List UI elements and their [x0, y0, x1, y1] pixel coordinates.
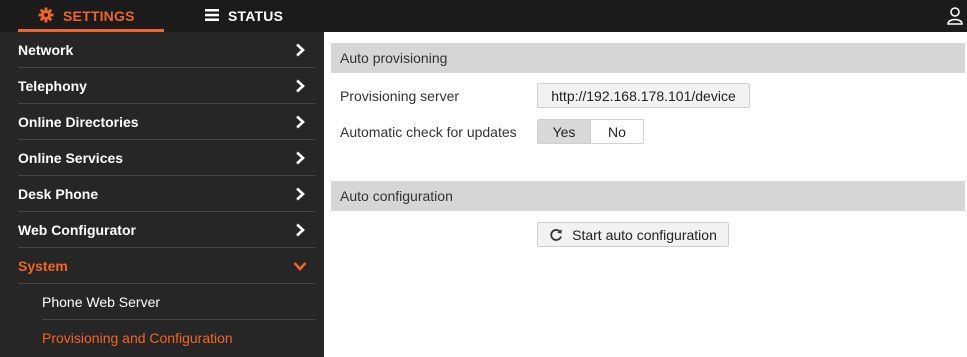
- sidebar: Network Telephony Online Directories Onl…: [0, 32, 324, 357]
- section-title: Auto configuration: [340, 188, 453, 204]
- sidebar-item-online-directories[interactable]: Online Directories: [18, 104, 315, 140]
- sidebar-item-online-services[interactable]: Online Services: [18, 140, 315, 176]
- chevron-right-icon: [296, 187, 305, 201]
- sidebar-item-label: Provisioning and Configuration: [42, 330, 233, 346]
- provisioning-server-field[interactable]: http://192.168.178.101/device: [537, 83, 750, 108]
- main-content: Auto provisioning Provisioning server ht…: [324, 32, 967, 357]
- chevron-right-icon: [296, 115, 305, 129]
- automatic-check-label: Automatic check for updates: [340, 124, 517, 140]
- tab-settings[interactable]: SETTINGS: [18, 0, 164, 32]
- tab-status-label: STATUS: [228, 8, 284, 24]
- top-navigation-bar: SETTINGS STATUS: [0, 0, 967, 32]
- section-title: Auto provisioning: [340, 50, 448, 66]
- sidebar-item-network[interactable]: Network: [18, 32, 315, 68]
- sidebar-item-label: Network: [18, 41, 74, 58]
- list-icon: [205, 8, 219, 25]
- chevron-right-icon: [296, 43, 305, 57]
- sidebar-item-label: Web Configurator: [18, 221, 136, 238]
- chevron-down-icon: [293, 262, 307, 271]
- sidebar-item-label: Online Services: [18, 149, 124, 166]
- gear-icon: [38, 7, 54, 26]
- yes-option[interactable]: Yes: [538, 120, 591, 143]
- start-auto-configuration-label: Start auto configuration: [572, 226, 717, 243]
- refresh-icon: [550, 228, 562, 241]
- sidebar-item-system[interactable]: System: [18, 248, 315, 284]
- user-icon[interactable]: [947, 7, 963, 25]
- sidebar-item-telephony[interactable]: Telephony: [18, 68, 315, 104]
- chevron-right-icon: [296, 223, 305, 237]
- sidebar-item-web-configurator[interactable]: Web Configurator: [18, 212, 315, 248]
- start-auto-configuration-button[interactable]: Start auto configuration: [537, 222, 729, 247]
- sidebar-item-provisioning-and-configuration[interactable]: Provisioning and Configuration: [42, 320, 315, 356]
- sidebar-item-phone-web-server[interactable]: Phone Web Server: [42, 284, 315, 320]
- sidebar-item-label: Phone Web Server: [42, 293, 161, 310]
- chevron-right-icon: [296, 151, 305, 165]
- section-header-auto-provisioning: Auto provisioning: [331, 43, 965, 73]
- no-option[interactable]: No: [591, 120, 643, 143]
- section-header-auto-configuration: Auto configuration: [331, 181, 965, 211]
- tab-status[interactable]: STATUS: [205, 0, 283, 32]
- sidebar-item-label: Online Directories: [18, 113, 139, 130]
- sidebar-item-label: Telephony: [18, 77, 87, 94]
- sidebar-item-label: Desk Phone: [18, 185, 99, 202]
- automatic-check-toggle: Yes No: [537, 119, 644, 144]
- sidebar-item-desk-phone[interactable]: Desk Phone: [18, 176, 315, 212]
- sidebar-item-label: System: [18, 257, 68, 274]
- provisioning-server-label: Provisioning server: [340, 88, 460, 104]
- tab-settings-label: SETTINGS: [63, 8, 135, 24]
- chevron-right-icon: [296, 79, 305, 93]
